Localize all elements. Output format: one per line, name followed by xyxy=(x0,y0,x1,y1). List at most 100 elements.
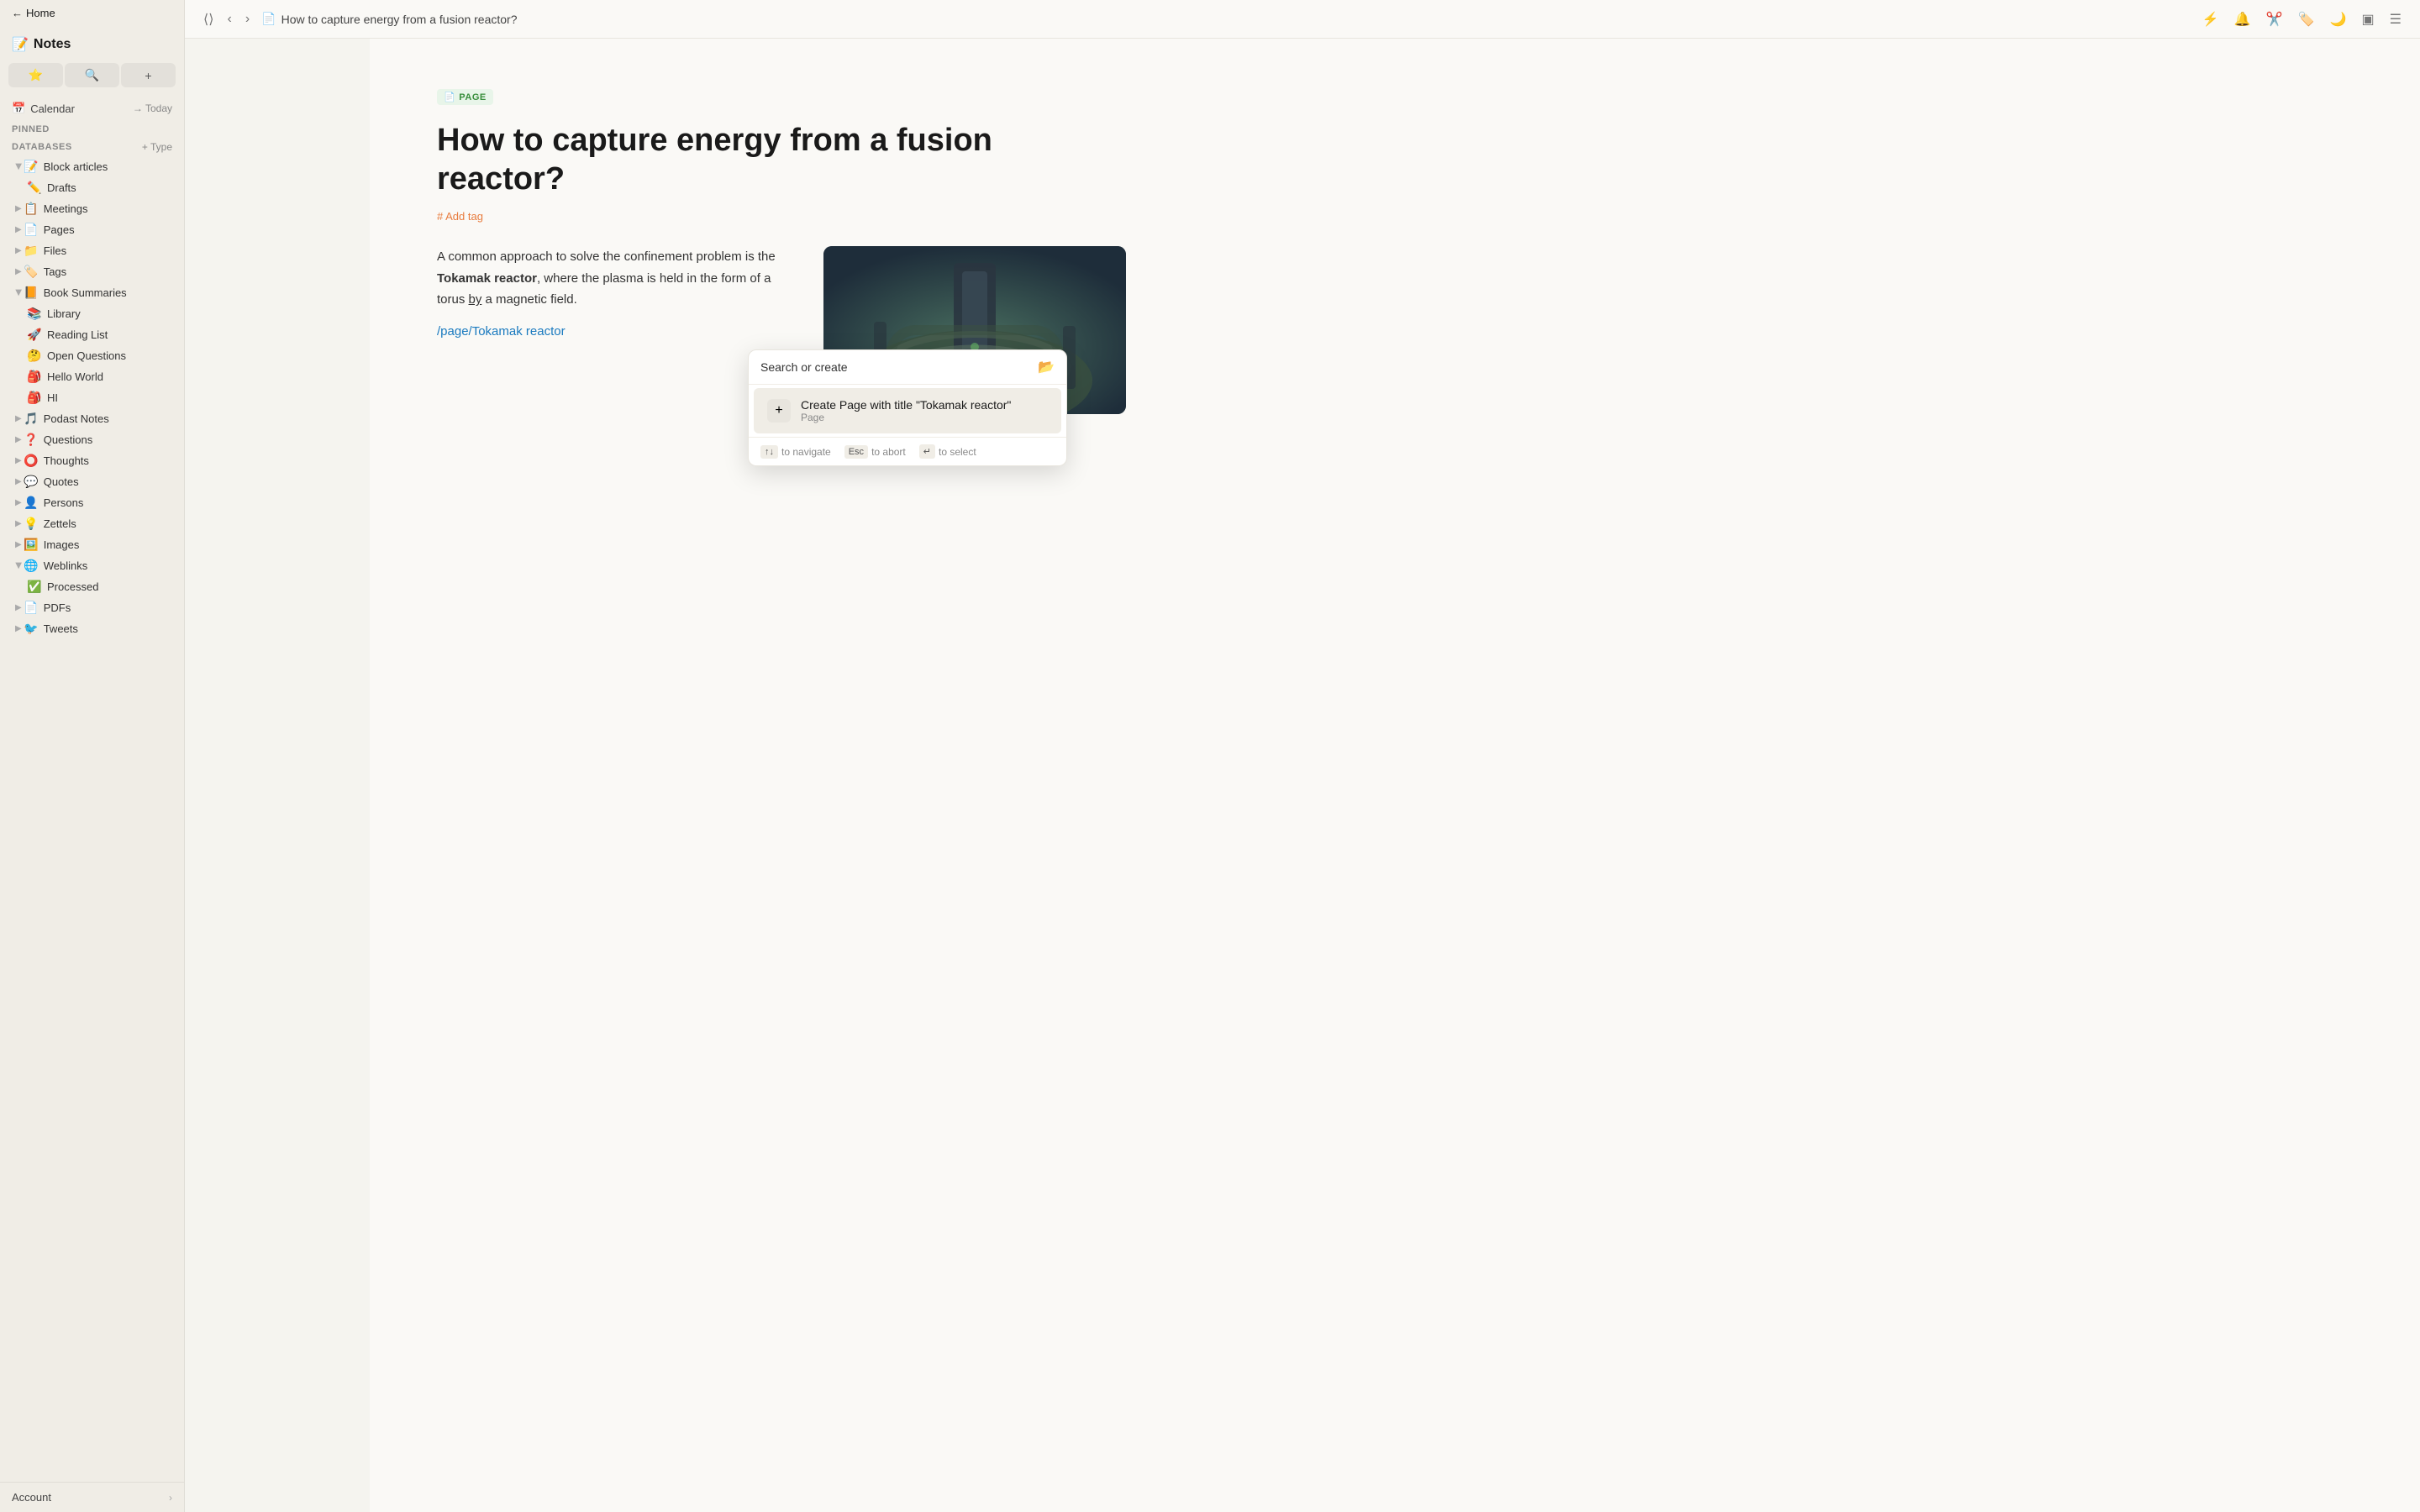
sidebar-item-persons[interactable]: ▶ 👤 Persons xyxy=(3,492,181,513)
images-icon: 🖼️ xyxy=(24,538,39,552)
hi-label: HI xyxy=(47,391,169,404)
sidebar-item-tweets[interactable]: ▶ 🐦 Tweets xyxy=(3,618,181,639)
today-button[interactable]: → Today xyxy=(133,102,172,114)
calendar-item[interactable]: 📅 Calendar → Today xyxy=(0,97,184,119)
body-underline: by xyxy=(469,292,482,307)
questions-label: Questions xyxy=(44,433,169,446)
sidebar-item-processed[interactable]: ✅ Processed xyxy=(3,576,181,597)
action-moon-button[interactable]: 🌙 xyxy=(2325,8,2352,31)
databases-label: DATABASES xyxy=(12,142,72,152)
sidebar-item-pages[interactable]: ▶ 📄 Pages xyxy=(3,219,181,240)
book-summaries-icon: 📙 xyxy=(24,286,39,300)
app-icon: 📝 xyxy=(12,36,29,53)
chevron-icon: ▶ xyxy=(13,290,23,297)
sidebar-item-tags[interactable]: ▶ 🏷️ Tags xyxy=(3,261,181,282)
action-bolt-button[interactable]: ⚡ xyxy=(2197,8,2224,31)
zettels-label: Zettels xyxy=(44,517,169,530)
highlight-button[interactable]: ⭐ xyxy=(8,63,63,87)
new-page-button[interactable]: + xyxy=(121,63,176,87)
esc-key: Esc xyxy=(844,445,868,459)
abort-label: to abort xyxy=(871,446,906,458)
search-button[interactable]: 🔍 xyxy=(65,63,119,87)
sidebar-item-zettels[interactable]: ▶ 💡 Zettels xyxy=(3,513,181,534)
link-input[interactable] xyxy=(437,324,604,339)
tweets-label: Tweets xyxy=(44,622,169,635)
sidebar-item-pdfs[interactable]: ▶ 📄 PDFs xyxy=(3,597,181,618)
body-text-1: A common approach to solve the confineme… xyxy=(437,249,776,264)
sidebar-header: 📝 Notes xyxy=(0,26,184,60)
account-label: Account xyxy=(12,1491,51,1504)
sidebar-item-library[interactable]: 📚 Library xyxy=(3,303,181,324)
page-badge: 📄 PAGE xyxy=(437,89,493,105)
chevron-icon: ▶ xyxy=(15,603,22,612)
select-label: to select xyxy=(939,446,976,458)
action-menu-button[interactable]: ☰ xyxy=(2385,8,2407,31)
dropdown-search-input[interactable] xyxy=(760,360,1031,374)
body-paragraph: A common approach to solve the confineme… xyxy=(437,246,790,311)
chevron-icon: ▶ xyxy=(15,435,22,444)
body-text-3: a magnetic field. xyxy=(481,292,576,307)
main-content: 📄 PAGE How to capture energy from a fusi… xyxy=(370,39,2420,1512)
sidebar-item-drafts[interactable]: ✏️ Drafts xyxy=(3,177,181,198)
topbar-actions: ⚡ 🔔 ✂️ 🏷️ 🌙 ▣ ☰ xyxy=(2197,8,2407,31)
create-page-option[interactable]: + Create Page with title "Tokamak reacto… xyxy=(754,388,1061,433)
open-questions-icon: 🤔 xyxy=(27,349,42,363)
navigate-keys: ↑↓ xyxy=(760,445,778,459)
tokamak-bold: Tokamak reactor xyxy=(437,271,537,286)
thoughts-icon: ⭕ xyxy=(24,454,39,468)
chevron-icon: ▶ xyxy=(15,414,22,423)
sidebar: ← Home 📝 Notes ⭐ 🔍 + 📅 Calendar → Today … xyxy=(0,0,185,1512)
pinned-section-label: PINNED xyxy=(0,119,184,136)
app-title: Notes xyxy=(34,37,71,52)
dropdown-search-bar: 📂 xyxy=(749,350,1066,385)
sidebar-item-open-questions[interactable]: 🤔 Open Questions xyxy=(3,345,181,366)
chevron-icon: ▶ xyxy=(15,267,22,276)
pages-icon: 📄 xyxy=(24,223,39,237)
sidebar-item-quotes[interactable]: ▶ 💬 Quotes xyxy=(3,471,181,492)
sidebar-item-book-summaries[interactable]: ▶ 📙 Book Summaries xyxy=(3,282,181,303)
weblinks-label: Weblinks xyxy=(44,559,169,572)
sidebar-item-hello-world[interactable]: 🎒 Hello World xyxy=(3,366,181,387)
calendar-label: Calendar xyxy=(30,102,75,115)
sidebar-item-weblinks[interactable]: ▶ 🌐 Weblinks xyxy=(3,555,181,576)
reading-list-label: Reading List xyxy=(47,328,169,341)
sidebar-item-files[interactable]: ▶ 📁 Files xyxy=(3,240,181,261)
calendar-icon: 📅 xyxy=(12,102,25,115)
page-badge-icon: 📄 xyxy=(444,92,455,102)
tags-label: Tags xyxy=(44,265,169,278)
home-back-button[interactable]: ← Home xyxy=(0,0,184,26)
sidebar-item-podast-notes[interactable]: ▶ 🎵 Podast Notes xyxy=(3,408,181,429)
account-section[interactable]: Account › xyxy=(0,1482,184,1512)
quotes-label: Quotes xyxy=(44,475,169,488)
chevron-icon: ▶ xyxy=(15,456,22,465)
action-tag-button[interactable]: 🏷️ xyxy=(2293,8,2320,31)
sidebar-item-meetings[interactable]: ▶ 📋 Meetings xyxy=(3,198,181,219)
option-subtitle: Page xyxy=(801,412,1011,423)
action-bell-button[interactable]: 🔔 xyxy=(2229,8,2256,31)
collapse-sidebar-button[interactable]: ⟨⟩ xyxy=(198,8,218,31)
meetings-icon: 📋 xyxy=(24,202,39,216)
files-label: Files xyxy=(44,244,169,257)
forward-button[interactable]: › xyxy=(240,8,255,31)
sidebar-item-reading-list[interactable]: 🚀 Reading List xyxy=(3,324,181,345)
block-articles-label: Block articles xyxy=(44,160,169,173)
sidebar-item-hi[interactable]: 🎒 HI xyxy=(3,387,181,408)
thoughts-label: Thoughts xyxy=(44,454,169,467)
add-type-button[interactable]: + Type xyxy=(142,141,172,153)
action-cut-button[interactable]: ✂️ xyxy=(2261,8,2288,31)
sidebar-item-thoughts[interactable]: ▶ ⭕ Thoughts xyxy=(3,450,181,471)
add-tag-button[interactable]: # Add tag xyxy=(437,210,2353,223)
action-layout-button[interactable]: ▣ xyxy=(2357,8,2380,31)
tags-icon: 🏷️ xyxy=(24,265,39,279)
sidebar-item-images[interactable]: ▶ 🖼️ Images xyxy=(3,534,181,555)
back-button[interactable]: ‹ xyxy=(222,8,236,31)
chevron-icon: ▶ xyxy=(15,204,22,213)
topbar-nav: ⟨⟩ ‹ › xyxy=(198,8,255,31)
sidebar-item-block-articles[interactable]: ▶ 📝 Block articles xyxy=(3,156,181,177)
processed-icon: ✅ xyxy=(27,580,42,594)
persons-label: Persons xyxy=(44,496,169,509)
topbar-title-area: 📄 How to capture energy from a fusion re… xyxy=(261,12,2191,26)
sidebar-item-questions[interactable]: ▶ ❓ Questions xyxy=(3,429,181,450)
link-input-block[interactable] xyxy=(437,324,790,339)
page-badge-label: PAGE xyxy=(459,92,487,102)
